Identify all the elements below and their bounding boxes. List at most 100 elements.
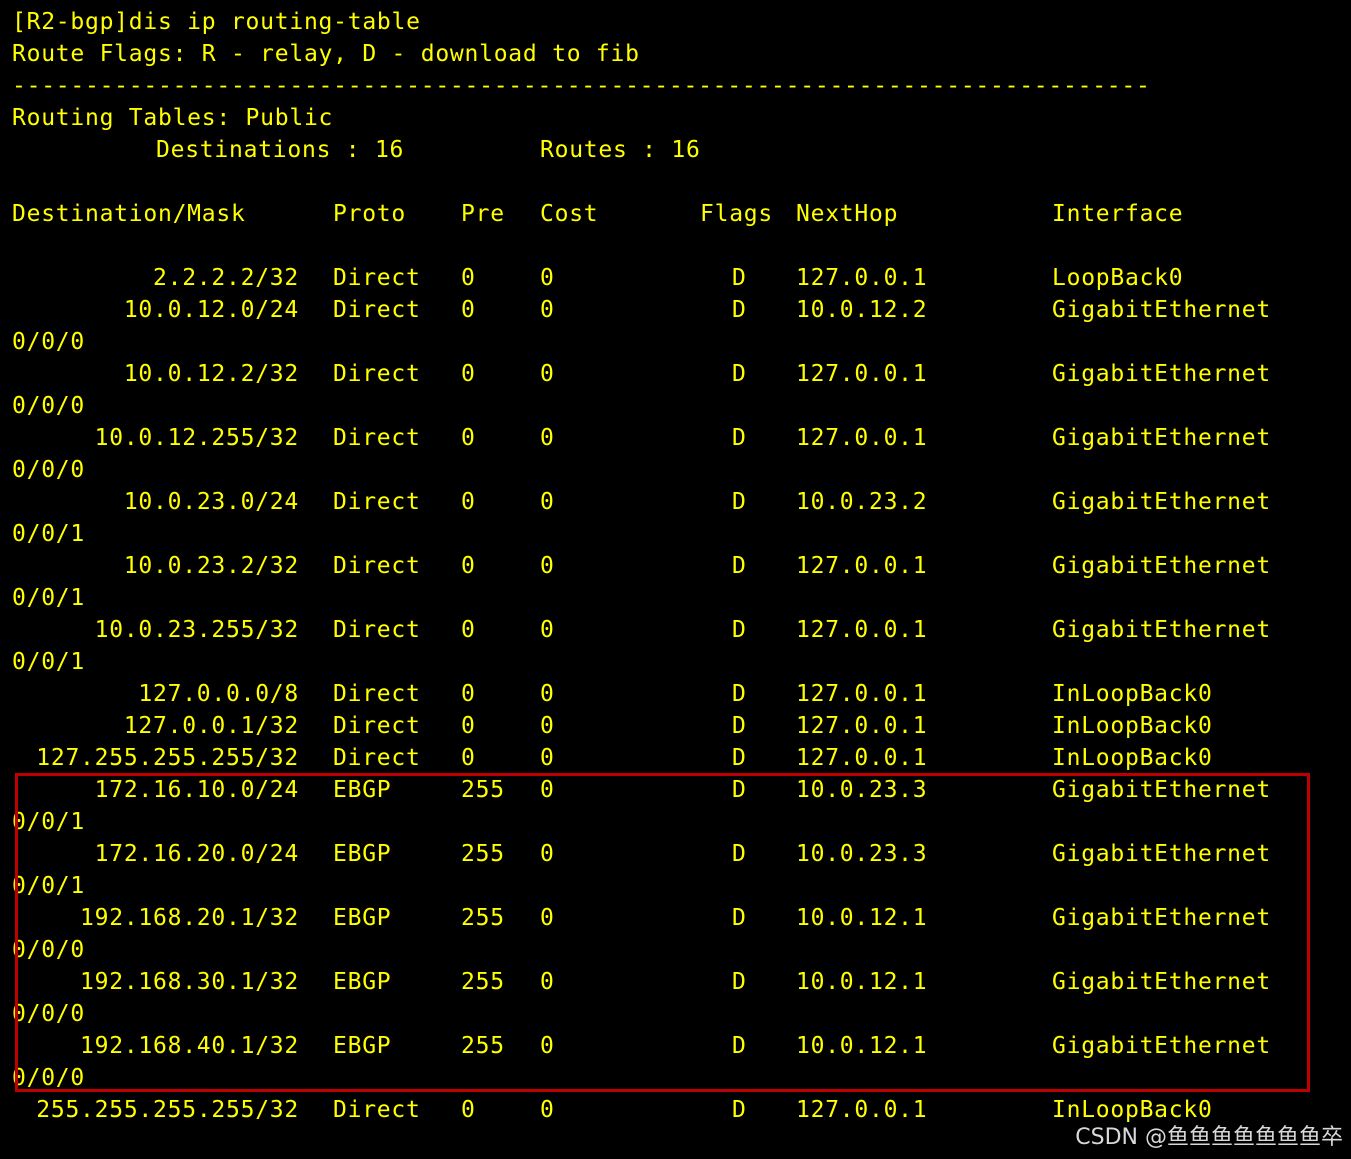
route-flags: D xyxy=(732,361,747,387)
route-cost: 0 xyxy=(540,553,555,579)
route-nexthop: 127.0.0.1 xyxy=(796,745,928,771)
route-destination: 127.0.0.0/8 xyxy=(138,681,299,707)
route-interface-continuation: 0/0/1 xyxy=(12,585,85,611)
table-row: 10.0.12.0/24 Direct 0 0 D 10.0.12.2 GigabitEth… xyxy=(0,294,1351,326)
column-header-cost: Cost xyxy=(540,201,599,227)
separator-line: ----------------------------------------… xyxy=(12,73,1151,99)
column-header-nexthop: NextHop xyxy=(796,201,899,227)
route-interface-continuation: 0/0/1 xyxy=(12,521,85,547)
route-preference: 0 xyxy=(461,425,476,451)
table-row: 2.2.2.2/32 Direct 0 0 D 127.0.0.1 LoopBack0 xyxy=(0,262,1351,294)
route-destination: 255.255.255.255/32 xyxy=(36,1097,299,1123)
route-destination: 10.0.12.255/32 xyxy=(94,425,299,451)
route-proto: Direct xyxy=(333,265,421,291)
route-flags: D xyxy=(732,489,747,515)
column-header-flags: Flags xyxy=(700,201,773,227)
route-nexthop: 10.0.23.2 xyxy=(796,489,928,515)
route-destination: 10.0.23.2/32 xyxy=(123,553,299,579)
route-interface: GigabitEthernet xyxy=(1052,553,1271,579)
route-interface: GigabitEthernet xyxy=(1052,425,1271,451)
table-row: 127.0.0.0/8 Direct 0 0 D 127.0.0.1 InLoopBack0 xyxy=(0,678,1351,710)
route-proto: Direct xyxy=(333,425,421,451)
route-flags-legend: Route Flags: R - relay, D - download to … xyxy=(12,41,640,67)
routing-table-name: Routing Tables: Public xyxy=(12,105,334,131)
route-flags: D xyxy=(732,553,747,579)
route-nexthop: 127.0.0.1 xyxy=(796,1097,928,1123)
route-proto: Direct xyxy=(333,489,421,515)
route-proto: Direct xyxy=(333,617,421,643)
route-destination: 10.0.12.2/32 xyxy=(123,361,299,387)
route-cost: 0 xyxy=(540,297,555,323)
route-cost: 0 xyxy=(540,681,555,707)
ebgp-routes-highlight xyxy=(15,773,1310,1092)
route-interface: GigabitEthernet xyxy=(1052,297,1271,323)
column-header-interface: Interface xyxy=(1052,201,1184,227)
route-cost: 0 xyxy=(540,1097,555,1123)
route-interface-continuation: 0/0/0 xyxy=(12,457,85,483)
csdn-watermark: CSDN @鱼鱼鱼鱼鱼鱼鱼卒 xyxy=(1075,1125,1343,1150)
routes-count: Routes : 16 xyxy=(540,137,701,163)
route-flags: D xyxy=(732,297,747,323)
terminal-window[interactable]: [R2-bgp]dis ip routing-table Route Flags… xyxy=(0,0,1351,1159)
route-destination: 10.0.12.0/24 xyxy=(123,297,299,323)
route-interface: LoopBack0 xyxy=(1052,265,1184,291)
route-interface: GigabitEthernet xyxy=(1052,361,1271,387)
column-header-proto: Proto xyxy=(333,201,406,227)
table-row: 10.0.12.2/32 Direct 0 0 D 127.0.0.1 GigabitEth… xyxy=(0,358,1351,390)
route-flags: D xyxy=(732,681,747,707)
route-nexthop: 10.0.12.2 xyxy=(796,297,928,323)
route-nexthop: 127.0.0.1 xyxy=(796,553,928,579)
route-interface: InLoopBack0 xyxy=(1052,745,1213,771)
table-row: 127.0.0.1/32 Direct 0 0 D 127.0.0.1 InLoopBack… xyxy=(0,710,1351,742)
route-preference: 0 xyxy=(461,297,476,323)
route-proto: Direct xyxy=(333,1097,421,1123)
route-preference: 0 xyxy=(461,713,476,739)
table-row: 10.0.23.2/32 Direct 0 0 D 127.0.0.1 GigabitEth… xyxy=(0,550,1351,582)
route-preference: 0 xyxy=(461,361,476,387)
route-preference: 0 xyxy=(461,489,476,515)
route-cost: 0 xyxy=(540,713,555,739)
route-proto: Direct xyxy=(333,553,421,579)
route-nexthop: 127.0.0.1 xyxy=(796,617,928,643)
route-cost: 0 xyxy=(540,745,555,771)
table-row: 10.0.23.255/32 Direct 0 0 D 127.0.0.1 GigabitE… xyxy=(0,614,1351,646)
column-header-destination: Destination/Mask xyxy=(12,201,246,227)
table-row: 127.255.255.255/32 Direct 0 0 D 127.0.0.1 InLo… xyxy=(0,742,1351,774)
route-preference: 0 xyxy=(461,1097,476,1123)
route-proto: Direct xyxy=(333,297,421,323)
route-flags: D xyxy=(732,745,747,771)
route-destination: 127.0.0.1/32 xyxy=(123,713,299,739)
route-preference: 0 xyxy=(461,745,476,771)
route-destination: 2.2.2.2/32 xyxy=(153,265,299,291)
route-flags: D xyxy=(732,425,747,451)
route-cost: 0 xyxy=(540,265,555,291)
route-flags: D xyxy=(732,617,747,643)
route-nexthop: 127.0.0.1 xyxy=(796,713,928,739)
route-proto: Direct xyxy=(333,361,421,387)
route-flags: D xyxy=(732,1097,747,1123)
route-flags: D xyxy=(732,265,747,291)
route-destination: 127.255.255.255/32 xyxy=(36,745,299,771)
route-interface: InLoopBack0 xyxy=(1052,681,1213,707)
route-preference: 0 xyxy=(461,617,476,643)
route-cost: 0 xyxy=(540,489,555,515)
route-destination: 10.0.23.0/24 xyxy=(123,489,299,515)
route-interface-continuation: 0/0/1 xyxy=(12,649,85,675)
route-cost: 0 xyxy=(540,361,555,387)
route-proto: Direct xyxy=(333,681,421,707)
command-line: [R2-bgp]dis ip routing-table xyxy=(12,9,421,35)
route-interface-continuation: 0/0/0 xyxy=(12,329,85,355)
table-row: 10.0.12.255/32 Direct 0 0 D 127.0.0.1 GigabitE… xyxy=(0,422,1351,454)
route-preference: 0 xyxy=(461,553,476,579)
route-proto: Direct xyxy=(333,713,421,739)
route-nexthop: 127.0.0.1 xyxy=(796,265,928,291)
route-preference: 0 xyxy=(461,681,476,707)
route-cost: 0 xyxy=(540,617,555,643)
route-preference: 0 xyxy=(461,265,476,291)
route-nexthop: 127.0.0.1 xyxy=(796,681,928,707)
column-header-pre: Pre xyxy=(461,201,505,227)
route-interface: InLoopBack0 xyxy=(1052,713,1213,739)
destinations-count: Destinations : 16 xyxy=(156,137,405,163)
route-destination: 10.0.23.255/32 xyxy=(94,617,299,643)
route-interface: GigabitEthernet xyxy=(1052,489,1271,515)
